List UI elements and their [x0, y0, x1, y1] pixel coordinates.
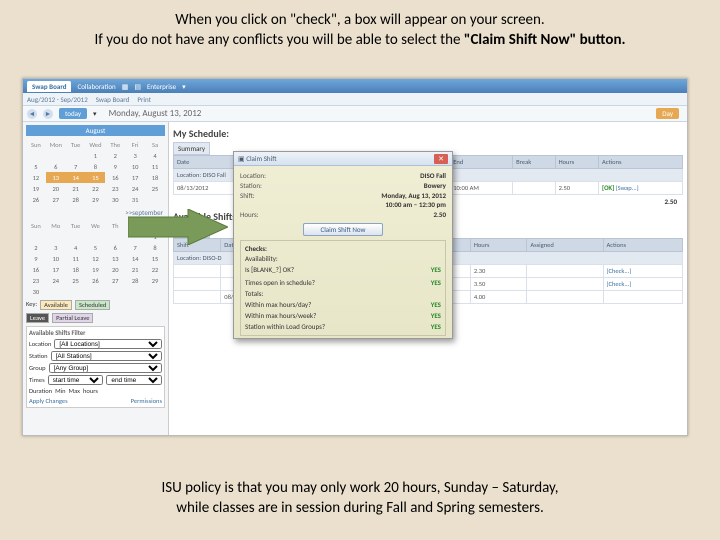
calendar-august[interactable]: SunMonTueWedTheFriSa12345678910111213141… [26, 139, 165, 205]
menu-collaboration[interactable]: Collaboration [77, 82, 115, 91]
next-month-link[interactable]: >>september [125, 208, 163, 217]
topbar: Swap Board Collaboration ▦ ▤ Enterprise … [23, 79, 687, 93]
calendar-key: Key: Available Scheduled [26, 300, 165, 310]
station-select[interactable]: [All Stations] [51, 351, 162, 361]
date-range[interactable]: Aug/2012 - Sep/2012 [27, 95, 88, 104]
group-select[interactable]: [Any Group] [49, 363, 162, 373]
window-icon: ▣ [238, 154, 245, 163]
my-schedule-header: My Schedule: [173, 127, 683, 140]
toolbar-icon[interactable]: ▦ [122, 82, 129, 91]
chevron-down-icon[interactable]: ▾ [182, 82, 186, 91]
toolbar: Aug/2012 - Sep/2012 Swap Board Print [23, 93, 687, 106]
current-date: Monday, August 13, 2012 [109, 108, 202, 119]
chevron-down-icon[interactable]: ▾ [93, 109, 97, 118]
menu-enterprise[interactable]: Enterprise [147, 82, 176, 91]
datebar: ◄ ► today ▾ Monday, August 13, 2012 Day [23, 106, 687, 122]
calendar-september[interactable]: SunMoTueWeThFrSa123456789101112131415161… [26, 220, 165, 297]
end-time-select[interactable]: end time [106, 375, 162, 385]
day-view-button[interactable]: Day [656, 108, 679, 119]
prev-day-icon[interactable]: ◄ [27, 109, 37, 119]
location-select[interactable]: [All Locations] [54, 339, 162, 349]
print-link[interactable]: Print [137, 95, 151, 104]
instruction-top: When you click on "check", a box will ap… [0, 0, 720, 59]
apply-changes-link[interactable]: Apply Changes [29, 397, 68, 405]
toolbar-icon[interactable]: ▤ [134, 82, 141, 91]
swap-board-link[interactable]: Swap Board [96, 95, 130, 104]
checks-panel: Checks: Availability:Is [BLANK_?] OK?YES… [240, 240, 446, 336]
modal-titlebar: ▣ Claim Shift ✕ [234, 152, 452, 166]
claim-shift-modal: ▣ Claim Shift ✕ Location:DISO Fall Stati… [233, 151, 453, 339]
app-screenshot: Swap Board Collaboration ▦ ▤ Enterprise … [22, 78, 688, 436]
sidebar: August SunMonTueWedTheFriSa1234567891011… [23, 122, 169, 435]
start-time-select[interactable]: start time [48, 375, 104, 385]
today-button[interactable]: today [59, 108, 87, 119]
permissions-link[interactable]: Permissions [131, 397, 162, 405]
tab-swapboard[interactable]: Swap Board [27, 81, 71, 92]
next-day-icon[interactable]: ► [43, 109, 53, 119]
close-icon[interactable]: ✕ [434, 154, 448, 164]
claim-shift-now-button[interactable]: Claim Shift Now [303, 223, 383, 236]
month-header: August [26, 125, 165, 136]
tab-summary[interactable]: Summary [173, 142, 210, 155]
calendar-key-2: Leave Partial Leave [26, 313, 165, 323]
available-shifts-filter: Available Shifts Filter Location[All Loc… [26, 326, 165, 408]
instruction-bottom: ISU policy is that you may only work 20 … [0, 478, 720, 519]
tab-summary-avail[interactable]: Summary [173, 225, 210, 238]
